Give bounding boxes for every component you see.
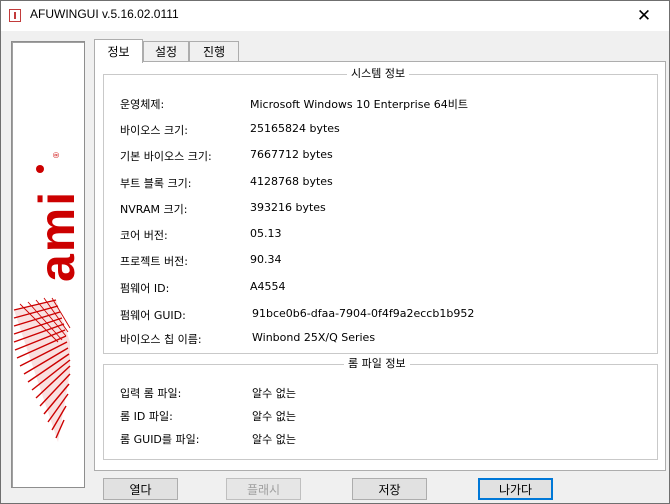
- info-row-label: 프로젝트 버전:: [120, 255, 188, 268]
- info-row-value: 알수 없는: [252, 387, 296, 400]
- info-row-label: 코어 버전:: [120, 229, 168, 242]
- info-row-value: 90.34: [250, 253, 282, 266]
- info-row-label: 바이오스 크기:: [120, 124, 188, 137]
- info-row-value: 05.13: [250, 227, 282, 240]
- info-row-label: 입력 롬 파일:: [120, 387, 182, 400]
- info-row-value: Microsoft Windows 10 Enterprise 64비트: [250, 98, 468, 111]
- info-row: 기본 바이오스 크기: 7667712 bytes: [104, 148, 657, 164]
- info-row-value: 4128768 bytes: [250, 175, 333, 188]
- info-row-label: NVRAM 크기:: [120, 203, 188, 216]
- info-row-value: Winbond 25X/Q Series: [252, 331, 376, 344]
- app-icon: [9, 9, 21, 22]
- window-title: AFUWINGUI v.5.16.02.0111: [30, 7, 179, 21]
- info-row: 롬 ID 파일: 알수 없는: [104, 408, 657, 424]
- info-row-label: 펌웨어 GUID:: [120, 309, 186, 322]
- tab-settings[interactable]: 설정: [143, 41, 189, 61]
- ami-logo-panel: ami ®: [11, 41, 85, 488]
- registered-mark: ®: [52, 152, 61, 158]
- info-row-value: 393216 bytes: [250, 201, 326, 214]
- info-row-label: 롬 GUID를 파일:: [120, 433, 200, 446]
- info-row-value: 7667712 bytes: [250, 148, 333, 161]
- info-row-label: 부트 블록 크기:: [120, 177, 192, 190]
- info-row: 입력 롬 파일: 알수 없는: [104, 385, 657, 401]
- info-row: NVRAM 크기: 393216 bytes: [104, 201, 657, 217]
- open-button[interactable]: 열다: [103, 478, 178, 500]
- info-row-value: 알수 없는: [252, 410, 296, 423]
- system-info-title: 시스템 정보: [347, 66, 410, 82]
- info-row: 프로젝트 버전: 90.34: [104, 253, 657, 269]
- info-row-label: 기본 바이오스 크기:: [120, 150, 212, 163]
- close-button[interactable]: ✕: [621, 1, 667, 31]
- tab-progress[interactable]: 진행: [189, 41, 239, 61]
- app-window: AFUWINGUI v.5.16.02.0111 ✕ ami ® 정보 설정 진…: [0, 0, 670, 504]
- info-row-value: A4554: [250, 280, 286, 293]
- info-row: 코어 버전: 05.13: [104, 227, 657, 243]
- info-row: 롬 GUID를 파일: 알수 없는: [104, 431, 657, 447]
- info-row-value: 알수 없는: [252, 433, 296, 446]
- ami-logo: ami ®: [13, 152, 85, 442]
- ami-logo-text: ami: [29, 190, 84, 282]
- system-info-group: 시스템 정보 운영체제: Microsoft Windows 10 Enterp…: [103, 66, 658, 354]
- info-row: 운영체제: Microsoft Windows 10 Enterprise 64…: [104, 96, 657, 112]
- info-row-label: 펌웨어 ID:: [120, 282, 170, 295]
- rom-info-group: 롬 파일 정보 입력 롬 파일: 알수 없는 롬 ID 파일: 알수 없는 롬 …: [103, 356, 658, 460]
- exit-button[interactable]: 나가다: [478, 478, 553, 500]
- tab-info[interactable]: 정보: [94, 39, 143, 63]
- info-row: 바이오스 칩 이름: Winbond 25X/Q Series: [104, 331, 657, 347]
- info-row-label: 롬 ID 파일:: [120, 410, 173, 423]
- save-button[interactable]: 저장: [352, 478, 427, 500]
- info-row-label: 운영체제:: [120, 98, 165, 111]
- info-row: 부트 블록 크기: 4128768 bytes: [104, 175, 657, 191]
- info-row-value: 25165824 bytes: [250, 122, 340, 135]
- info-row-value: 91bce0b6-dfaa-7904-0f4f9a2eccb1b952: [252, 307, 475, 320]
- info-tab-page: 시스템 정보 운영체제: Microsoft Windows 10 Enterp…: [94, 61, 666, 471]
- info-row: 펌웨어 ID: A4554: [104, 280, 657, 296]
- info-row: 펌웨어 GUID: 91bce0b6-dfaa-7904-0f4f9a2eccb…: [104, 307, 657, 323]
- rom-info-title: 롬 파일 정보: [344, 356, 410, 372]
- info-row-label: 바이오스 칩 이름:: [120, 333, 202, 346]
- info-row: 바이오스 크기: 25165824 bytes: [104, 122, 657, 138]
- title-bar: AFUWINGUI v.5.16.02.0111 ✕: [1, 1, 669, 31]
- flash-button[interactable]: 플래시: [226, 478, 301, 500]
